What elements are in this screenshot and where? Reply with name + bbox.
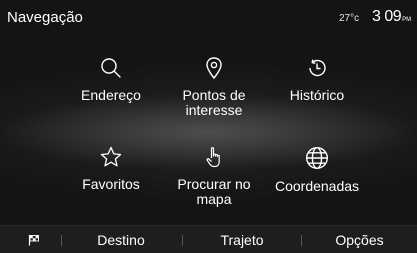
globe-icon xyxy=(306,147,328,169)
search-icon xyxy=(101,58,121,78)
menu-item-label: Favoritos xyxy=(82,176,140,192)
navigation-screen: Navegação 27°c 3 09PM Endereço Pontos de… xyxy=(0,0,417,253)
menu-item-history[interactable]: Histórico xyxy=(261,56,373,134)
clock-time: 3 09 xyxy=(372,8,402,25)
star-icon xyxy=(100,146,122,167)
flag-button[interactable] xyxy=(24,226,44,253)
clock: 3 09PM xyxy=(372,8,411,26)
menu-item-favorites[interactable]: Favoritos xyxy=(55,145,167,223)
tab-destination[interactable]: Destino xyxy=(61,226,181,253)
menu-item-label: Histórico xyxy=(289,87,345,103)
page-title: Navegação xyxy=(7,9,83,26)
location-pin-icon xyxy=(206,57,222,80)
menu-item-address[interactable]: Endereço xyxy=(55,56,167,134)
checkered-flag-icon xyxy=(28,235,39,246)
clock-ampm: PM xyxy=(402,17,412,23)
hand-pointer-icon xyxy=(206,147,220,168)
menu-item-points-of-interest[interactable]: Pontos de interesse xyxy=(158,56,270,134)
menu-item-coordinates[interactable]: Coordenadas xyxy=(261,145,373,223)
bottom-tab-bar: Destino Trajeto Opções xyxy=(0,225,417,253)
status-bar: Navegação 27°c 3 09PM xyxy=(0,0,417,36)
history-clock-icon xyxy=(309,59,326,77)
menu-item-label: Pontos de interesse xyxy=(182,87,246,118)
tab-options[interactable]: Opções xyxy=(302,226,417,253)
menu-item-search-on-map[interactable]: Procurar no mapa xyxy=(158,145,270,223)
menu-item-label: Coordenadas xyxy=(274,178,360,194)
menu-item-label: Procurar no mapa xyxy=(177,176,251,207)
menu-item-label: Endereço xyxy=(81,87,141,103)
tab-route[interactable]: Trajeto xyxy=(183,226,301,253)
temperature-readout: 27°c xyxy=(339,13,360,24)
